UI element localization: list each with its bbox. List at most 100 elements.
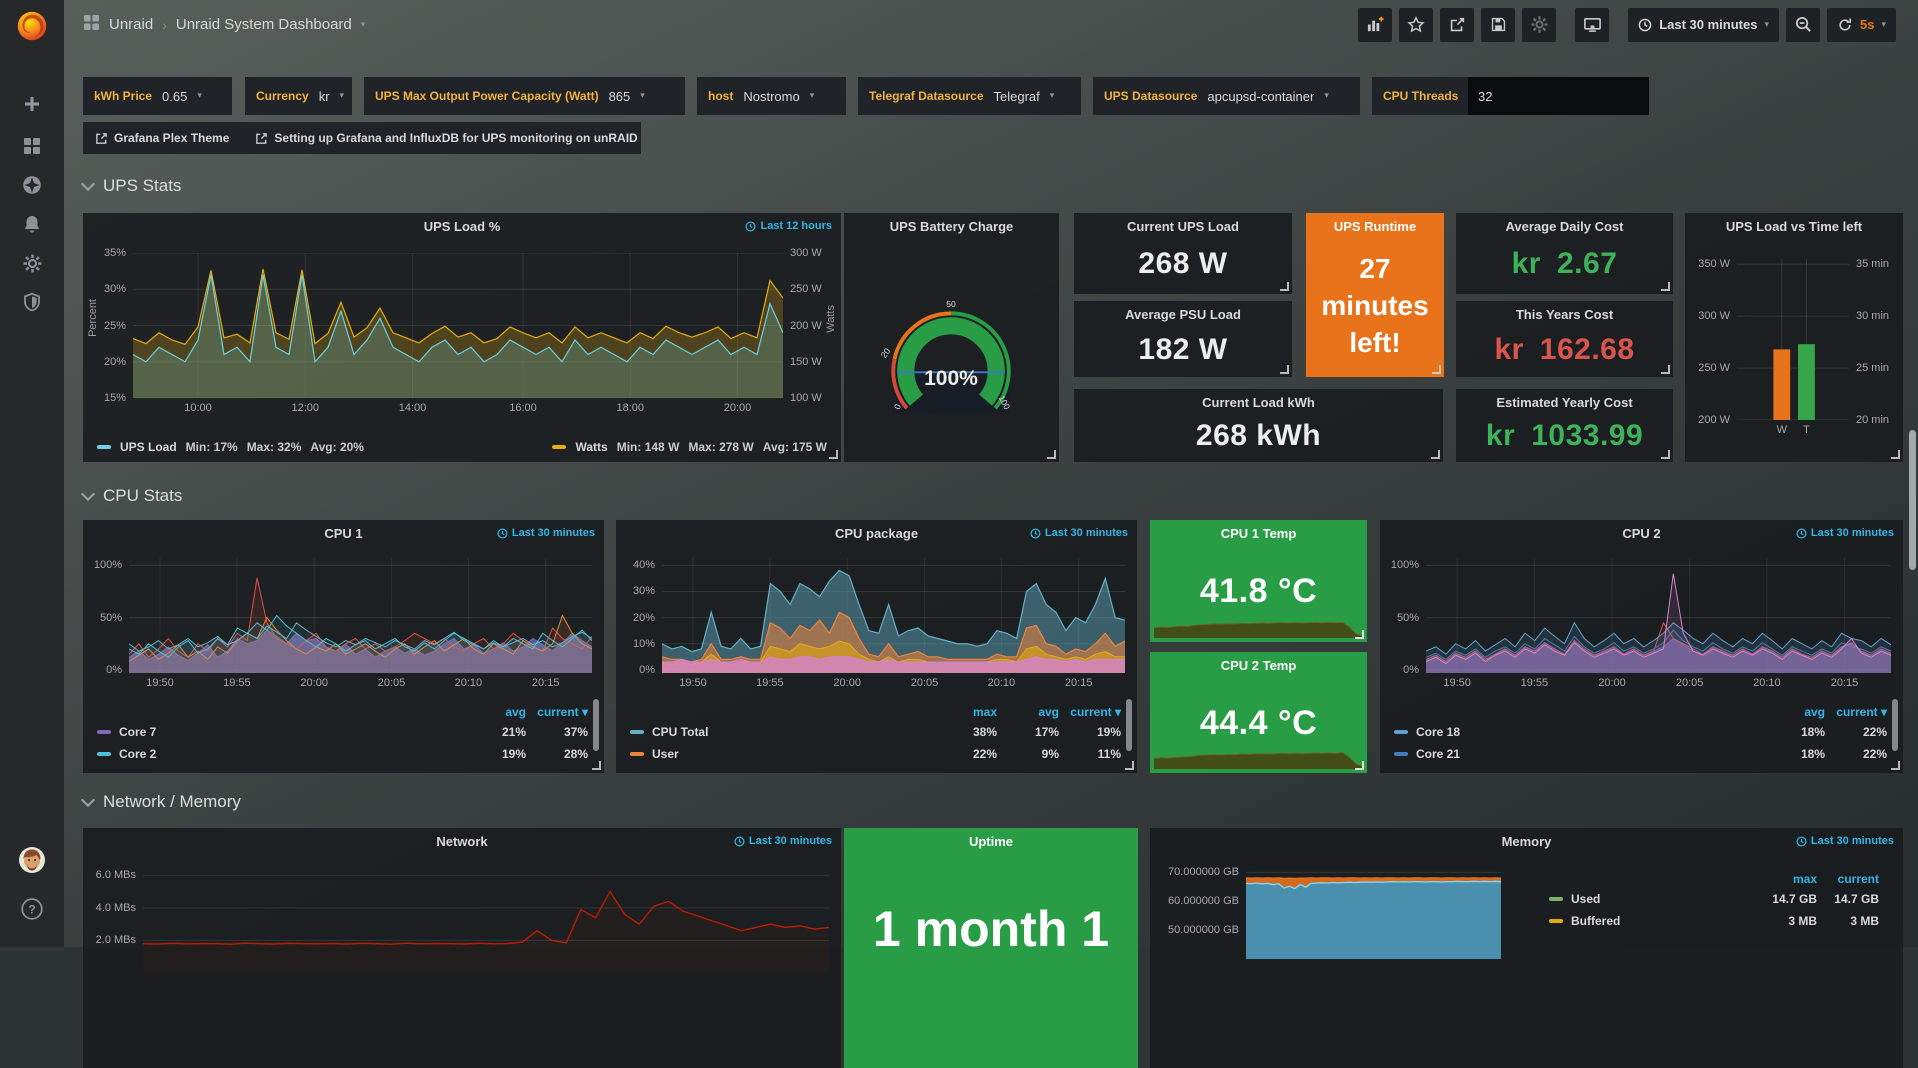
sidebar-profile-avatar[interactable] — [0, 840, 64, 880]
panel-resize-handle[interactable] — [1280, 282, 1289, 291]
panel-title[interactable]: CPU 1 Temp — [1150, 520, 1367, 541]
chevron-down-icon[interactable]: ▾ — [361, 20, 366, 30]
panel-title[interactable]: Average PSU Load — [1074, 301, 1292, 322]
sidebar-explore-icon[interactable] — [0, 165, 64, 205]
sidebar-server-admin-icon[interactable] — [0, 282, 64, 322]
panel-resize-handle[interactable] — [829, 450, 838, 459]
panel-title[interactable]: Current UPS Load — [1074, 213, 1292, 234]
breadcrumb-dashboard-title[interactable]: Unraid System Dashboard — [176, 16, 352, 33]
panel-title[interactable]: UPS Runtime — [1306, 213, 1444, 234]
legend-series-name[interactable]: CPU Total — [630, 725, 935, 739]
legend-scrollbar[interactable] — [593, 699, 599, 751]
panel-resize-handle[interactable] — [1891, 761, 1900, 770]
panel-time-range-link[interactable]: Last 30 minutes — [1796, 835, 1894, 847]
panel-resize-handle[interactable] — [1432, 365, 1441, 374]
sidebar-create-icon[interactable] — [0, 84, 64, 124]
page-scrollbar[interactable] — [1909, 430, 1916, 570]
legend-column-header[interactable]: current ▾ — [1825, 705, 1887, 719]
grafana-logo-icon[interactable] — [0, 4, 64, 48]
apps-grid-icon[interactable] — [83, 14, 100, 35]
time-range-picker[interactable]: Last 30 minutes ▾ — [1628, 8, 1779, 42]
time-series-chart[interactable]: 70.000000 GB60.000000 GB50.000000 GB — [1158, 858, 1503, 959]
panel-time-range-link[interactable]: Last 30 minutes — [734, 835, 832, 847]
sidebar-dashboards-icon[interactable] — [0, 126, 64, 166]
cpu-threads-input[interactable] — [1468, 77, 1649, 115]
panel-resize-handle[interactable] — [1661, 450, 1670, 459]
legend-series-name[interactable]: Core 7 — [97, 725, 464, 739]
save-button[interactable] — [1481, 8, 1515, 42]
panel-title[interactable]: Current Load kWh — [1074, 389, 1443, 410]
share-button[interactable] — [1440, 8, 1474, 42]
time-series-chart[interactable]: 35%30%25%20%15%300 W250 W200 W150 W100 W… — [97, 253, 827, 418]
dashboard-link[interactable]: Grafana Plex Theme — [95, 131, 229, 145]
legend-column-header[interactable]: current ▾ — [1059, 705, 1121, 719]
legend-column-header[interactable]: avg — [464, 705, 526, 719]
legend-series-name[interactable]: UPS Load — [120, 440, 177, 454]
legend-scrollbar[interactable] — [1892, 699, 1898, 751]
refresh-button[interactable]: 5s ▾ — [1827, 8, 1896, 42]
variable-currency[interactable]: Currency kr ▾ — [245, 77, 352, 115]
panel-resize-handle[interactable] — [1047, 450, 1056, 459]
time-series-chart[interactable]: 6.0 MBs4.0 MBs2.0 MBs — [91, 859, 831, 973]
time-series-chart[interactable]: 100%50%0%19:5019:5520:0020:0520:1020:15 — [91, 558, 594, 693]
sidebar-configuration-icon[interactable] — [0, 243, 64, 283]
panel-title[interactable]: UPS Load vs Time left — [1685, 213, 1903, 234]
legend-scrollbar[interactable] — [1126, 699, 1132, 751]
legend-series-name[interactable]: Buffered — [1549, 914, 1755, 928]
cycle-view-mode-button[interactable] — [1575, 8, 1609, 42]
sidebar-alerting-icon[interactable] — [0, 204, 64, 244]
panel-time-range-link[interactable]: Last 30 minutes — [1796, 527, 1894, 539]
variable-kwh-price[interactable]: kWh Price 0.65 ▾ — [83, 77, 232, 115]
bar-chart[interactable]: 350 W300 W250 W200 W35 min30 min25 min20… — [1693, 259, 1895, 440]
legend-column-header[interactable]: avg — [997, 705, 1059, 719]
legend-series-name[interactable]: Core 2 — [97, 747, 464, 761]
settings-gear-button[interactable] — [1522, 8, 1556, 42]
sidebar-help-icon[interactable]: ? — [0, 889, 64, 929]
panel-resize-handle[interactable] — [1280, 365, 1289, 374]
panel-title[interactable]: Estimated Yearly Cost — [1456, 389, 1673, 410]
section-header-cpu-stats[interactable]: CPU Stats — [83, 486, 182, 506]
panel-title[interactable]: Uptime — [844, 828, 1138, 849]
panel-resize-handle[interactable] — [1661, 365, 1670, 374]
variable-host[interactable]: host Nostromo ▾ — [697, 77, 846, 115]
section-header-ups-stats[interactable]: UPS Stats — [83, 176, 181, 196]
legend-column-header[interactable]: current — [1817, 872, 1879, 886]
legend-series-name[interactable]: Core 21 — [1394, 747, 1763, 761]
dashboard-link[interactable]: Setting up Grafana and InfluxDB for UPS … — [255, 131, 637, 145]
panel-title[interactable]: Average Daily Cost — [1456, 213, 1673, 234]
variable-telegraf-datasource[interactable]: Telegraf Datasource Telegraf ▾ — [858, 77, 1081, 115]
zoom-out-button[interactable] — [1786, 8, 1820, 42]
panel-title[interactable]: CPU 2 Temp — [1150, 652, 1367, 673]
favorite-star-button[interactable] — [1399, 8, 1433, 42]
legend-column-header[interactable]: max — [1755, 872, 1817, 886]
panel-title[interactable]: UPS Load % — [83, 213, 841, 234]
variable-ups-max-output[interactable]: UPS Max Output Power Capacity (Watt) 865… — [364, 77, 685, 115]
panel-resize-handle[interactable] — [1891, 450, 1900, 459]
panel-resize-handle[interactable] — [1355, 630, 1364, 639]
section-header-network-memory[interactable]: Network / Memory — [83, 792, 241, 812]
panel-title[interactable]: Network — [83, 828, 841, 849]
panel-time-range-link[interactable]: Last 30 minutes — [497, 527, 595, 539]
panel-title[interactable]: UPS Battery Charge — [844, 213, 1059, 234]
add-panel-button[interactable] — [1358, 8, 1392, 42]
time-series-chart[interactable]: 40%30%20%10%0%19:5019:5520:0020:0520:102… — [624, 558, 1127, 693]
breadcrumb-app[interactable]: Unraid — [109, 16, 153, 33]
panel-resize-handle[interactable] — [592, 761, 601, 770]
time-series-chart[interactable]: 100%50%0%19:5019:5520:0020:0520:1020:15 — [1388, 558, 1893, 693]
panel-title[interactable]: This Years Cost — [1456, 301, 1673, 322]
panel-resize-handle[interactable] — [1431, 450, 1440, 459]
legend-column-header[interactable]: max — [935, 705, 997, 719]
legend-column-header[interactable]: avg — [1763, 705, 1825, 719]
legend-series-name[interactable]: Watts — [575, 440, 607, 454]
legend-series-name[interactable]: Core 18 — [1394, 725, 1763, 739]
panel-time-range-link[interactable]: Last 12 hours — [745, 220, 832, 232]
panel-resize-handle[interactable] — [1661, 282, 1670, 291]
panel-resize-handle[interactable] — [1125, 761, 1134, 770]
variable-ups-datasource[interactable]: UPS Datasource apcupsd-container ▾ — [1093, 77, 1360, 115]
legend-series-name[interactable]: User — [630, 747, 935, 761]
panel-resize-handle[interactable] — [1355, 761, 1364, 770]
panel-time-range-link[interactable]: Last 30 minutes — [1030, 527, 1128, 539]
panel-title[interactable]: Memory — [1150, 828, 1903, 849]
legend-series-name[interactable]: Used — [1549, 892, 1755, 906]
legend-column-header[interactable]: current ▾ — [526, 705, 588, 719]
